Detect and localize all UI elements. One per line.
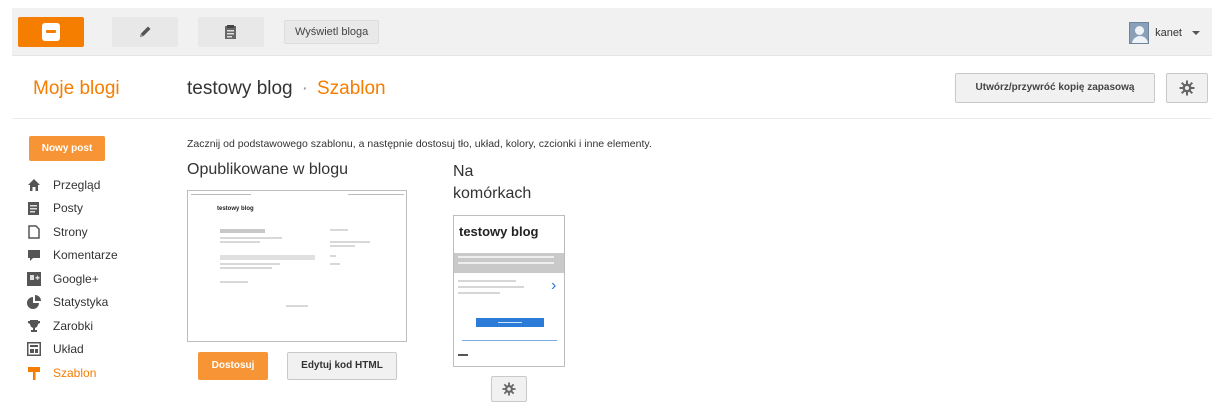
mobile-preview-link — [462, 340, 557, 341]
preview-post-title — [220, 229, 265, 233]
title-separator: · — [301, 78, 308, 99]
google-plus-icon — [27, 271, 41, 286]
posts-toolbar-button[interactable] — [198, 17, 264, 47]
preview-topline-right — [348, 194, 404, 195]
blogger-logo-button[interactable] — [18, 17, 84, 47]
mobile-preview-label — [458, 354, 468, 356]
edit-html-button[interactable]: Edytuj kod HTML — [287, 352, 397, 380]
clipboard-icon — [225, 25, 236, 39]
mobile-heading: Na komórkach — [453, 163, 532, 202]
preview-line — [220, 267, 272, 269]
pencil-icon — [140, 26, 151, 37]
preview-side-line — [330, 255, 336, 257]
mobile-preview-line — [458, 286, 524, 288]
avatar — [1129, 22, 1150, 44]
sidebar-item-label: Strony — [53, 224, 88, 239]
preview-footer-line — [286, 305, 308, 307]
posts-icon — [27, 201, 41, 216]
preview-line — [220, 237, 282, 239]
pie-chart-icon — [27, 295, 41, 310]
sidebar-item-earnings[interactable]: Zarobki — [27, 314, 118, 338]
desktop-preview-title: testowy blog — [217, 206, 254, 212]
new-post-button[interactable]: Nowy post — [29, 136, 105, 161]
mobile-template-preview[interactable]: testowy blog › — [453, 215, 565, 367]
blog-name: testowy blog — [187, 78, 293, 99]
sidebar-nav: Przegląd Posty Strony Komentarze Google+… — [27, 173, 118, 385]
home-icon — [27, 178, 41, 192]
sidebar-item-label: Posty — [53, 201, 84, 216]
sidebar-item-pages[interactable]: Strony — [27, 220, 118, 244]
trophy-icon — [27, 319, 41, 333]
mobile-preview-title: testowy blog — [459, 224, 539, 239]
preview-side-line — [330, 245, 355, 247]
desktop-template-preview[interactable]: testowy blog — [187, 190, 407, 342]
published-heading: Opublikowane w blogu — [187, 161, 348, 178]
sidebar-item-label: Przegląd — [53, 177, 101, 192]
backup-restore-button[interactable]: Utwórz/przywróć kopię zapasową — [955, 73, 1155, 103]
preview-side-line — [330, 229, 348, 231]
user-name: kanet — [1155, 27, 1182, 39]
header-divider — [12, 118, 1212, 119]
mobile-preview-button — [476, 318, 544, 327]
sidebar-item-label: Zarobki — [53, 318, 94, 333]
sidebar-item-label: Google+ — [53, 271, 99, 286]
mobile-preview-line — [458, 280, 516, 282]
preview-line — [220, 263, 280, 265]
mobile-preview-line — [458, 292, 500, 294]
preview-line — [220, 241, 260, 243]
preview-side-line — [330, 241, 370, 243]
sidebar-item-layout[interactable]: Układ — [27, 338, 118, 362]
sidebar-item-label: Statystyka — [53, 295, 109, 310]
preview-block — [220, 255, 315, 260]
top-bar: Wyświetl bloga kanet — [12, 8, 1212, 56]
page-icon — [27, 225, 41, 239]
sidebar-item-overview[interactable]: Przegląd — [27, 173, 118, 197]
preview-line — [220, 281, 248, 283]
preview-topline — [191, 194, 251, 195]
account-menu[interactable]: kanet — [1129, 22, 1200, 44]
my-blogs-link[interactable]: Moje blogi — [33, 78, 120, 100]
settings-button[interactable] — [1166, 73, 1208, 103]
sidebar-item-stats[interactable]: Statystyka — [27, 291, 118, 315]
section-name: Szablon — [316, 78, 386, 99]
chevron-down-icon — [1192, 31, 1200, 35]
sidebar-item-label: Komentarze — [53, 248, 118, 263]
page-title: testowy blog · Szablon — [187, 78, 386, 100]
customize-button[interactable]: Dostosuj — [198, 352, 268, 380]
sidebar-item-comments[interactable]: Komentarze — [27, 244, 118, 268]
gear-icon — [1179, 80, 1195, 96]
preview-side-line — [330, 263, 340, 265]
sidebar-item-label: Szablon — [53, 365, 97, 380]
mobile-settings-button[interactable] — [491, 376, 527, 402]
chevron-right-icon: › — [551, 277, 557, 294]
comment-icon — [27, 248, 41, 262]
layout-icon — [27, 342, 41, 357]
template-icon — [27, 366, 41, 380]
sidebar-item-template[interactable]: Szablon — [27, 361, 118, 385]
mobile-preview-band-text — [458, 256, 554, 258]
intro-text: Zacznij od podstawowego szablonu, a nast… — [187, 138, 652, 150]
blogger-logo-icon — [42, 23, 60, 41]
new-post-toolbar-button[interactable] — [112, 17, 178, 47]
sidebar-item-posts[interactable]: Posty — [27, 197, 118, 221]
gear-icon — [502, 382, 516, 396]
sidebar-item-label: Układ — [53, 342, 84, 357]
sidebar-item-google-plus[interactable]: Google+ — [27, 267, 118, 291]
view-blog-button[interactable]: Wyświetl bloga — [284, 20, 380, 44]
